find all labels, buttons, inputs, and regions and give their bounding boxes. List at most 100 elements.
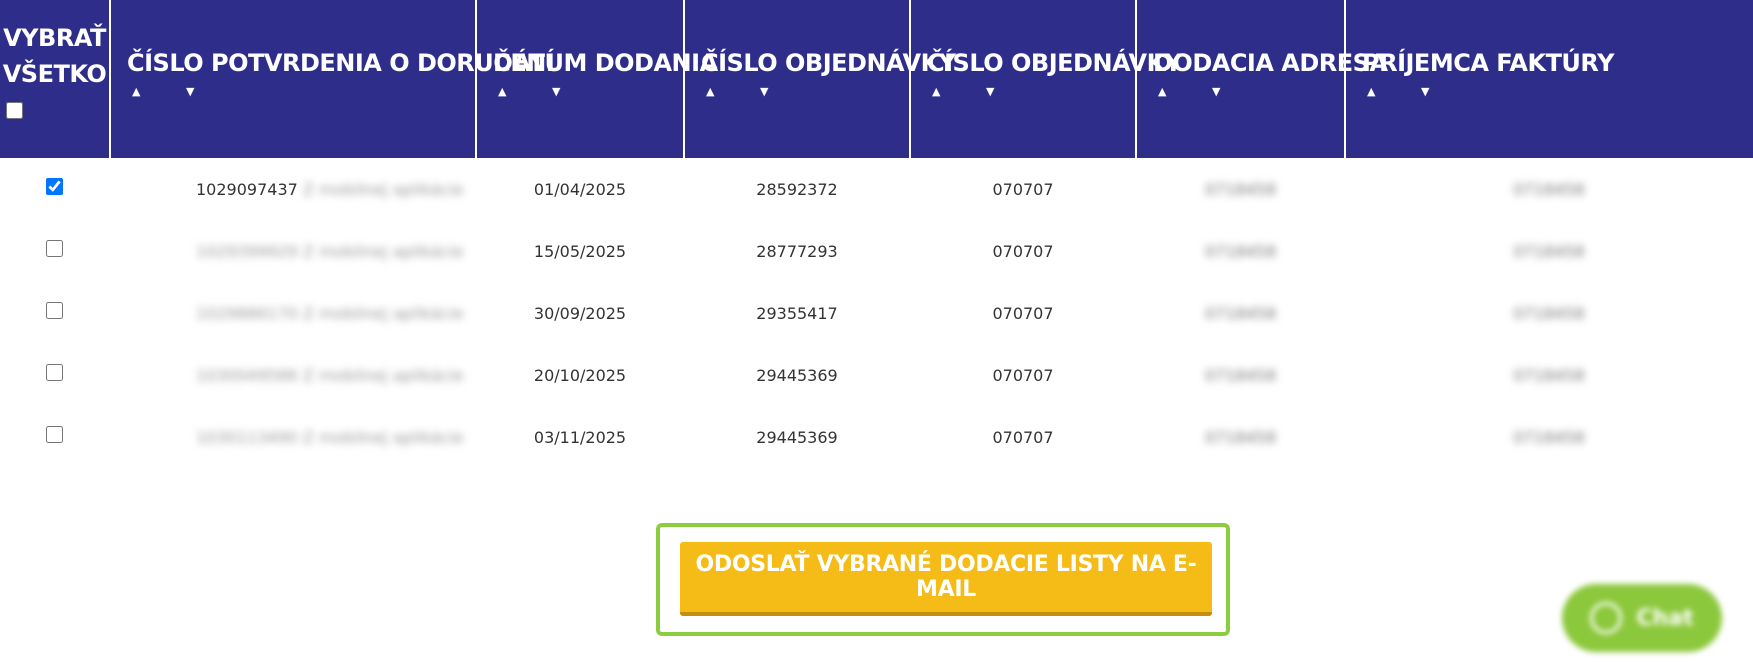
row-select-cell (0, 158, 110, 220)
redacted-address: 0718458 (1204, 179, 1277, 199)
delivery-address-cell: 0718458 (1136, 282, 1345, 344)
sort-asc-icon[interactable]: ▲ (1158, 86, 1166, 98)
row-checkbox[interactable] (46, 177, 63, 195)
row-checkbox[interactable] (46, 425, 63, 443)
delivery-confirmation-number[interactable]: 1030113490 (196, 428, 298, 447)
header-label: DÁTUM DODANIA (493, 49, 718, 77)
redacted-note: Z mobilnej aplikácie (302, 241, 464, 261)
delivery-date-cell: 03/11/2025 (533, 427, 627, 447)
redacted-note: Z mobilnej aplikácie (302, 179, 464, 199)
sort-controls: ▲ ▼ (1137, 78, 1344, 98)
chat-widget-button[interactable]: Chat (1562, 584, 1722, 652)
redacted-recipient: 0718458 (1513, 303, 1585, 323)
delivery-confirmation-number[interactable]: 1029097437 (196, 180, 298, 199)
table-row: 1030113490 Z mobilnej aplikácie 03/11/20… (0, 406, 1753, 468)
row-checkbox[interactable] (46, 363, 63, 381)
delivery-address-cell: 0718458 (1136, 220, 1345, 282)
order-number-cell: 29355417 (756, 303, 838, 323)
redacted-recipient: 0718458 (1513, 179, 1585, 199)
header-delivery-address: DODACIA ADRESA ▲ ▼ (1136, 0, 1388, 158)
redacted-recipient: 0718458 (1513, 365, 1585, 385)
delivery-date-cell: 30/09/2025 (533, 303, 627, 323)
delivery-date-cell: 15/05/2025 (533, 241, 627, 261)
sort-desc-icon[interactable]: ▼ (186, 86, 194, 98)
delivery-notes-table: VYBRAŤ VŠETKO ČÍSLO POTVRDENIA O DORUČEN… (0, 0, 1753, 468)
select-all-label: VYBRAŤ VŠETKO (2, 24, 107, 88)
sort-asc-icon[interactable]: ▲ (932, 86, 940, 98)
order-number-cell: 29445369 (756, 427, 838, 447)
header-order-number-2: ČÍSLO OBJEDNÁVKY ▲ ▼ (910, 0, 1182, 158)
sort-desc-icon[interactable]: ▼ (986, 86, 994, 98)
invoice-recipient-cell: 0718458 (1345, 220, 1753, 282)
row-select-cell (0, 406, 110, 468)
chat-bubble-icon (1590, 602, 1623, 634)
select-all-checkbox[interactable] (6, 102, 23, 119)
select-all-header: VYBRAŤ VŠETKO (0, 0, 111, 158)
header-label: DODACIA ADRESA (1153, 49, 1388, 77)
invoice-recipient-cell: 0718458 (1345, 406, 1753, 468)
sort-controls: ▲ ▼ (911, 78, 1135, 98)
sort-asc-icon[interactable]: ▲ (132, 86, 140, 98)
table-row: 1029097437 Z mobilnej aplikácie 01/04/20… (0, 158, 1753, 220)
sort-controls: ▲ ▼ (477, 78, 683, 98)
delivery-confirmation-number[interactable]: 1029886170 (196, 304, 298, 323)
delivery-confirmation-cell: 1029097437 Z mobilnej aplikácie (110, 158, 476, 220)
order-number-cell: 28777293 (756, 241, 838, 261)
header-invoice-recipient: PRÍJEMCA FAKTÚRY ▲ ▼ (1345, 0, 1753, 158)
sort-asc-icon[interactable]: ▲ (498, 86, 506, 98)
delivery-confirmation-number[interactable]: 1029399929 (196, 242, 298, 261)
header-order-number: ČÍSLO OBJEDNÁVKY ▲ ▼ (684, 0, 956, 158)
header-delivery-confirmation: ČÍSLO POTVRDENIA O DORUČENÍ ▲ ▼ (110, 0, 555, 158)
delivery-confirmation-cell: 1030049586 Z mobilnej aplikácie (110, 344, 476, 406)
sort-controls: ▲ ▼ (111, 78, 475, 98)
delivery-address-cell: 0718458 (1136, 344, 1345, 406)
order-number-2-cell: 070707 (992, 365, 1054, 385)
sort-desc-icon[interactable]: ▼ (1421, 86, 1429, 98)
redacted-note: Z mobilnej aplikácie (302, 427, 464, 447)
redacted-address: 0718458 (1204, 365, 1277, 385)
order-number-2-cell: 070707 (992, 179, 1054, 199)
delivery-confirmation-cell: 1030113490 Z mobilnej aplikácie (110, 406, 476, 468)
table-row: 1029399929 Z mobilnej aplikácie 15/05/20… (0, 220, 1753, 282)
delivery-confirmation-number[interactable]: 1030049586 (196, 366, 298, 385)
header-delivery-date: DÁTUM DODANIA ▲ ▼ (476, 0, 718, 158)
header-label: ČÍSLO POTVRDENIA O DORUČENÍ (127, 49, 555, 77)
redacted-recipient: 0718458 (1513, 427, 1585, 447)
redacted-note: Z mobilnej aplikácie (302, 303, 464, 323)
delivery-confirmation-cell: 1029886170 Z mobilnej aplikácie (110, 282, 476, 344)
order-number-2-cell: 070707 (992, 427, 1054, 447)
sort-controls: ▲ ▼ (685, 78, 909, 98)
order-number-2-cell: 070707 (992, 303, 1054, 323)
send-selected-delivery-notes-button[interactable]: ODOSLAŤ VYBRANÉ DODACIE LISTY NA E-MAIL (680, 542, 1212, 616)
invoice-recipient-cell: 0718458 (1345, 158, 1753, 220)
header-label: PRÍJEMCA FAKTÚRY (1362, 49, 1614, 77)
row-select-cell (0, 344, 110, 406)
sort-desc-icon[interactable]: ▼ (1212, 86, 1220, 98)
delivery-date-cell: 01/04/2025 (533, 179, 627, 199)
redacted-address: 0718458 (1204, 427, 1277, 447)
row-checkbox[interactable] (46, 239, 63, 257)
invoice-recipient-cell: 0718458 (1345, 282, 1753, 344)
order-number-cell: 29445369 (756, 365, 838, 385)
sort-desc-icon[interactable]: ▼ (552, 86, 560, 98)
row-checkbox[interactable] (46, 301, 63, 319)
delivery-confirmation-cell: 1029399929 Z mobilnej aplikácie (110, 220, 476, 282)
sort-controls: ▲ ▼ (1346, 78, 1753, 98)
redacted-note: Z mobilnej aplikácie (302, 365, 464, 385)
redacted-recipient: 0718458 (1513, 241, 1585, 261)
redacted-address: 0718458 (1204, 241, 1277, 261)
header-label: ČÍSLO OBJEDNÁVKY (927, 49, 1182, 77)
row-select-cell (0, 282, 110, 344)
order-number-2-cell: 070707 (992, 241, 1054, 261)
row-select-cell (0, 220, 110, 282)
invoice-recipient-cell: 0718458 (1345, 344, 1753, 406)
redacted-address: 0718458 (1204, 303, 1277, 323)
chat-label: Chat (1636, 605, 1694, 631)
delivery-address-cell: 0718458 (1136, 158, 1345, 220)
sort-desc-icon[interactable]: ▼ (760, 86, 768, 98)
delivery-address-cell: 0718458 (1136, 406, 1345, 468)
order-number-cell: 28592372 (756, 179, 838, 199)
table-header-row: VYBRAŤ VŠETKO ČÍSLO POTVRDENIA O DORUČEN… (0, 0, 1753, 158)
sort-asc-icon[interactable]: ▲ (1367, 86, 1375, 98)
sort-asc-icon[interactable]: ▲ (706, 86, 714, 98)
